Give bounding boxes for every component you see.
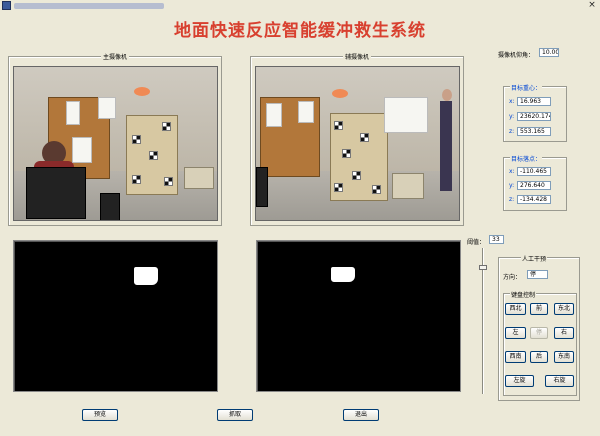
target-landing-z[interactable]: -134.428 [517, 195, 551, 204]
target-center-z[interactable]: 553.165 [517, 127, 551, 136]
rotate-right-button[interactable]: 右旋 [545, 375, 574, 387]
main-binary-view [13, 240, 218, 392]
manual-control-title: 人工干预 [521, 254, 548, 263]
camera-angle-input[interactable]: 10.00 [539, 48, 559, 57]
close-icon[interactable]: × [587, 1, 597, 11]
right-button[interactable]: 右 [554, 327, 574, 339]
northeast-button[interactable]: 东北 [554, 303, 574, 315]
target-center-x[interactable]: 16.963 [517, 97, 551, 106]
camera-angle-label: 摄像机仰角： [498, 52, 535, 59]
keyboard-control-title: 键盘控制 [510, 290, 537, 299]
southeast-button[interactable]: 东南 [554, 351, 574, 363]
threshold-input[interactable]: 33 [489, 235, 504, 244]
exit-button[interactable]: 退出 [343, 409, 379, 421]
direction-label: 方向： [503, 274, 522, 281]
northwest-button[interactable]: 西北 [505, 303, 526, 315]
window-title-redacted [14, 3, 164, 9]
target-landing-title: 目标落点： [510, 154, 543, 163]
target-landing-x-label: x: [509, 168, 515, 175]
target-center-y[interactable]: 23620.174 [517, 112, 551, 121]
rotate-left-button[interactable]: 左旋 [505, 375, 534, 387]
main-camera-label: 主摄像机 [100, 52, 130, 61]
direction-display: 停 [527, 270, 548, 279]
backward-button[interactable]: 后 [530, 351, 548, 363]
forward-button[interactable]: 前 [530, 303, 548, 315]
target-blob [134, 267, 158, 285]
target-landing-y-label: y: [509, 182, 515, 189]
aux-camera-view [255, 66, 460, 221]
southwest-button[interactable]: 西南 [505, 351, 526, 363]
target-blob [331, 267, 355, 282]
stop-button[interactable]: 停 [530, 327, 548, 339]
app-title: 地面快速反应智能缓冲救生系统 [174, 21, 426, 41]
window-titlebar: × [0, 0, 600, 12]
preview-button[interactable]: 预览 [82, 409, 118, 421]
threshold-label: 阈值： [467, 239, 486, 246]
aux-binary-view [256, 240, 461, 392]
target-landing-panel: 目标落点： x: -110.465 y: 276.640 z: -134.428 [503, 154, 567, 211]
capture-button[interactable]: 抓取 [217, 409, 253, 421]
target-landing-z-label: z: [509, 196, 515, 203]
aux-camera-label: 辅摄像机 [342, 52, 372, 61]
target-center-x-label: x: [509, 98, 515, 105]
target-landing-y[interactable]: 276.640 [517, 181, 551, 190]
app-icon [2, 1, 11, 10]
main-camera-view [13, 66, 218, 221]
left-button[interactable]: 左 [505, 327, 526, 339]
target-center-y-label: y: [509, 113, 515, 120]
threshold-slider-thumb[interactable] [479, 265, 487, 270]
threshold-slider[interactable] [479, 248, 487, 394]
target-landing-x[interactable]: -110.465 [517, 167, 551, 176]
target-center-panel: 目标重心： x: 16.963 y: 23620.174 z: 553.165 [503, 83, 567, 142]
target-center-z-label: z: [509, 128, 515, 135]
target-center-title: 目标重心： [510, 83, 543, 92]
